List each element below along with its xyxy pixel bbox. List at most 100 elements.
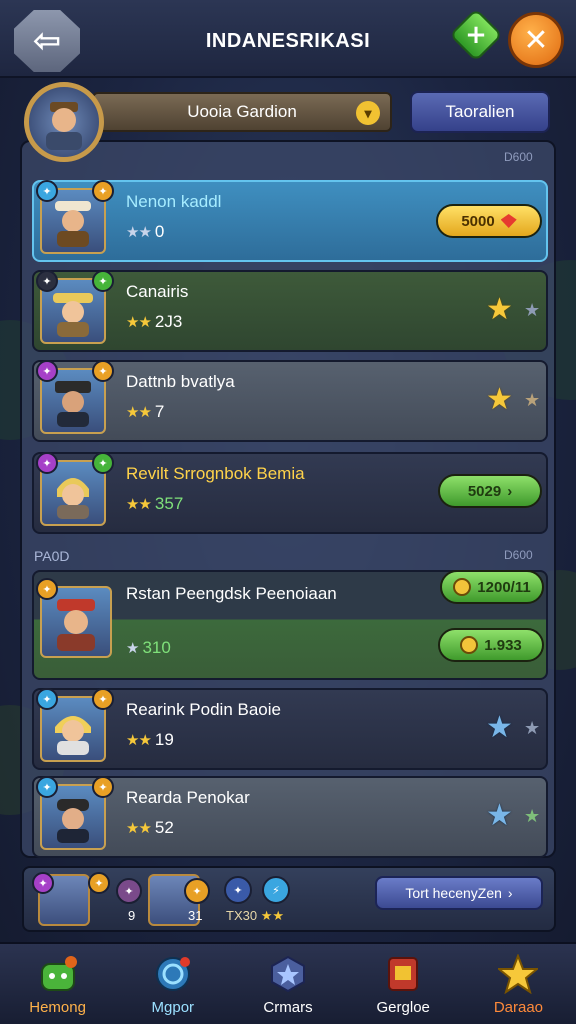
star-rating-icon: ★★ — [126, 314, 152, 331]
row-stat: ★★ 7 — [126, 402, 164, 422]
star-rating-icon: ★★ — [126, 496, 152, 513]
lightning-icon: ⚡ — [262, 876, 290, 904]
section-tag-left: PA0D — [34, 548, 70, 564]
profile-name-plate[interactable]: Uooia Gardion ▾ — [92, 92, 392, 132]
nav-item-home[interactable]: Hemong — [0, 944, 115, 1024]
strip-count: 31 — [188, 908, 203, 923]
row-name: Revilt Srrognbok Bemia — [126, 464, 305, 483]
rank-badge-icon: ✦ — [92, 452, 114, 474]
coin-icon — [460, 636, 479, 654]
element-badge-icon: ✦ — [36, 270, 58, 292]
row-stat: ★★ 2J3 — [126, 312, 182, 332]
tab-button[interactable]: Taoralien — [410, 91, 550, 133]
favorite-star-icon[interactable]: ★ — [486, 710, 513, 745]
nav-item-crew[interactable]: Crmars — [230, 944, 345, 1024]
row-stat-value: 7 — [154, 402, 165, 421]
row-stat-value: 19 — [154, 730, 174, 749]
strip-count-value: TX30 — [226, 908, 258, 923]
price-button-primary[interactable]: 1200/11 — [440, 570, 544, 604]
hero-portrait-icon — [55, 381, 91, 427]
shield-icon: ▾ — [356, 101, 380, 125]
price-value: 1.933 — [484, 636, 522, 654]
element-badge-icon: ✦ — [36, 360, 58, 382]
rank-badge-icon: ✦ — [92, 270, 114, 292]
price-button[interactable]: 5029 › — [438, 474, 542, 508]
price-button[interactable]: 5000 — [436, 204, 542, 238]
row-stat: ★★ 19 — [126, 730, 174, 750]
row-stat: ★ 310 — [126, 638, 171, 658]
row-name: Rearink Podin Baoie — [126, 700, 281, 719]
favorite-star-icon[interactable]: ★ — [486, 798, 513, 833]
star-rating-icon: ★★ — [260, 908, 285, 923]
element-badge-icon: ✦ — [36, 776, 58, 798]
hero-portrait-icon — [57, 478, 89, 519]
team-action-label: Tort hecenyZen — [405, 885, 502, 901]
star-badge-icon — [267, 953, 309, 995]
element-badge-icon: ✦ — [36, 452, 58, 474]
list-item[interactable]: ✦ ✦ Rearink Podin Baoie ★★ 19 ★ ★ — [32, 688, 548, 770]
list-item[interactable]: ✦ ✦ Nenon kaddl ★★ 0 5000 — [32, 180, 548, 262]
favorite-star-icon[interactable]: ★ — [486, 382, 513, 417]
hero-portrait-icon — [53, 293, 93, 337]
back-arrow-icon: ⇦ — [32, 21, 62, 61]
chevron-right-icon: › — [507, 482, 513, 500]
map-icon — [152, 953, 194, 995]
home-icon — [37, 953, 79, 995]
top-bar: ⇦ INDANESRIKASI + ✕ — [0, 0, 576, 78]
row-name: Dattnb bvatlya — [126, 372, 235, 391]
nav-label: Hemong — [29, 999, 86, 1016]
rank-badge-icon: ✦ — [92, 776, 114, 798]
close-button[interactable]: ✕ — [508, 12, 564, 68]
coin-icon: ✦ — [184, 878, 210, 904]
strip-count: TX30 ★★ — [226, 908, 284, 924]
element-badge-icon: ✦ — [36, 180, 58, 202]
nav-item-shop[interactable]: Gergloe — [346, 944, 461, 1024]
strip-count: 9 — [128, 908, 136, 923]
row-name: Nenon kaddl — [126, 192, 222, 211]
list-item[interactable]: ✦ ✦ Revilt Srrognbok Bemia ★★ 357 5029 › — [32, 452, 548, 534]
row-stat-value: 0 — [154, 222, 165, 241]
star-slot-icon: ★ — [524, 300, 541, 321]
row-stat-value: 357 — [154, 494, 184, 513]
rank-badge-icon: ✦ — [88, 872, 110, 894]
element-badge-icon: ✦ — [32, 872, 54, 894]
list-item-featured[interactable]: ✦ Rstan Peengdsk Peenoiaan ★ 310 1200/11… — [32, 570, 548, 680]
hero-portrait-icon — [55, 201, 91, 247]
price-value: 5000 — [461, 212, 495, 230]
skill-icon[interactable]: ✦ — [116, 878, 142, 904]
list-item[interactable]: ✦ ✦ Canairis ★★ 2J3 ★ ★ — [32, 270, 548, 352]
nav-label: Gergloe — [376, 999, 430, 1016]
list-item[interactable]: ✦ ✦ Dattnb bvatlya ★★ 7 ★ ★ — [32, 360, 548, 442]
element-badge-icon: ✦ — [36, 688, 58, 710]
star-slot-icon: ★ — [524, 718, 541, 739]
list-item[interactable]: ✦ ✦ Rearda Penokar ★★ 52 ★ ★ — [32, 776, 548, 858]
nav-label: Mgpor — [151, 999, 195, 1016]
shop-icon — [382, 953, 424, 995]
page-title: INDANESRIKASI — [205, 30, 371, 52]
hero-portrait-icon — [55, 716, 91, 755]
section-tag-top: D600 — [504, 150, 533, 164]
back-button[interactable]: ⇦ — [14, 10, 80, 72]
nav-item-rewards[interactable]: Daraao — [461, 944, 576, 1024]
star-rating-icon: ★★ — [126, 732, 152, 749]
nav-item-map[interactable]: Mgpor — [115, 944, 230, 1024]
rank-badge-icon: ✦ — [92, 180, 114, 202]
rank-badge-icon: ✦ — [92, 360, 114, 382]
medal-icon: ✦ — [224, 876, 252, 904]
chevron-right-icon: › — [507, 885, 513, 901]
bottom-nav: Hemong Mgpor Crmars Gergloe Daraao — [0, 942, 576, 1024]
plus-icon: + — [465, 20, 487, 50]
team-action-button[interactable]: Tort hecenyZen › — [375, 876, 543, 910]
row-name: Rstan Peengdsk Peenoiaan — [126, 584, 337, 603]
price-value: 1200/11 — [477, 578, 531, 596]
row-stat-value: 52 — [154, 818, 174, 837]
favorite-star-icon[interactable]: ★ — [486, 292, 513, 327]
add-button[interactable]: + — [449, 8, 503, 62]
profile-avatar[interactable] — [24, 82, 104, 162]
profile-name: Uooia Gardion — [187, 102, 297, 121]
star-slot-icon: ★ — [524, 390, 541, 411]
price-button-secondary[interactable]: 1.933 — [438, 628, 544, 662]
gem-icon — [500, 214, 517, 228]
row-name: Canairis — [126, 282, 189, 301]
close-icon: ✕ — [523, 22, 549, 58]
